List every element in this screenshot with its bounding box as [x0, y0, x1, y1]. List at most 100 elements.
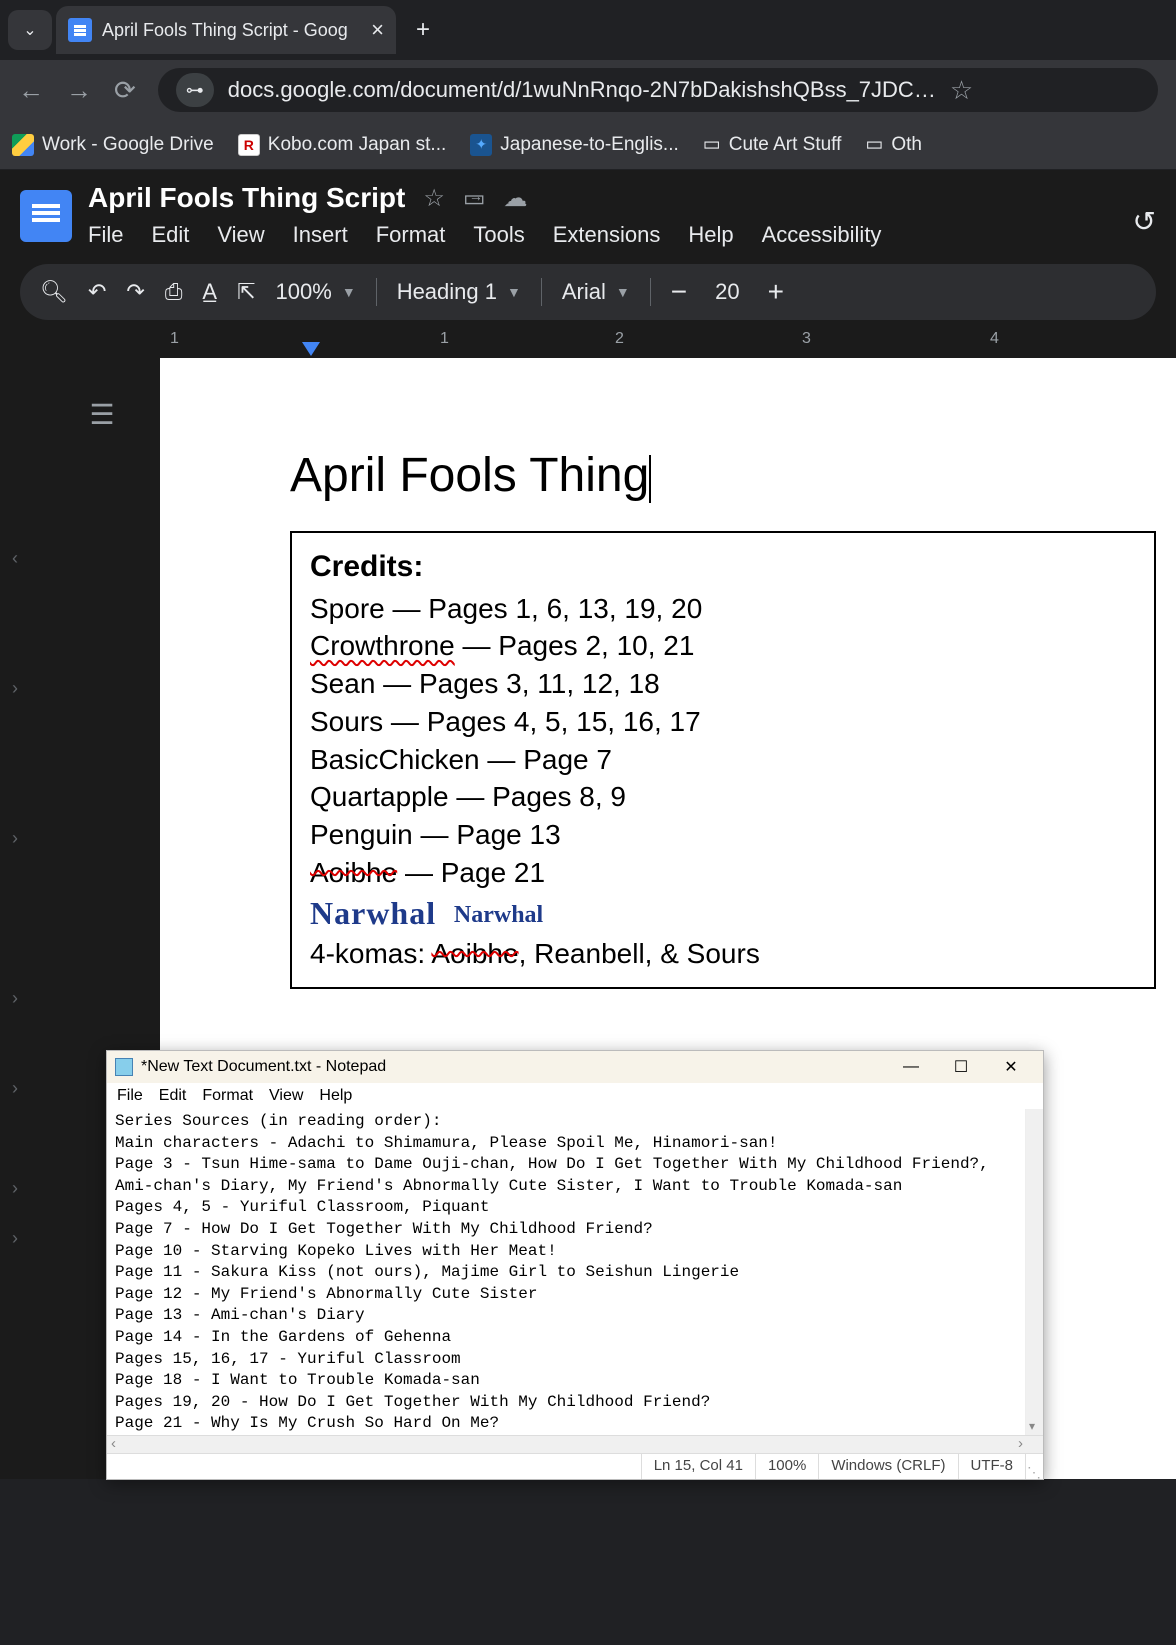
menu-insert[interactable]: Insert	[293, 222, 348, 248]
ruler-number: 1	[170, 330, 179, 348]
credits-line: Quartapple — Pages 8, 9	[310, 778, 1136, 816]
caret-down-icon: ▼	[616, 284, 630, 300]
left-ruler: ‹ › › › › › ›	[0, 358, 40, 1479]
scrollbar-horizontal[interactable]	[107, 1435, 1043, 1453]
notepad-menu-format[interactable]: Format	[202, 1087, 253, 1105]
credits-line: Spore — Pages 1, 6, 13, 19, 20	[310, 590, 1136, 628]
text-cursor	[649, 455, 651, 503]
ruler-number: 4	[990, 330, 999, 348]
notepad-menu-help[interactable]: Help	[319, 1087, 352, 1105]
status-zoom: 100%	[755, 1454, 818, 1479]
outline-toggle-icon[interactable]: ☰	[80, 392, 124, 436]
active-tab[interactable]: April Fools Thing Script - Goog ×	[56, 6, 396, 54]
menu-file[interactable]: File	[88, 222, 123, 248]
docs-header: April Fools Thing Script ☆ ▭→ ☁ File Edit…	[0, 170, 1176, 248]
site-controls-icon[interactable]: ⊶	[176, 73, 214, 107]
url-text: docs.google.com/document/d/1wuNnRnqo-2N7…	[228, 77, 936, 103]
move-folder-icon[interactable]: ▭→	[463, 184, 486, 213]
version-history-icon[interactable]: ↺	[1133, 205, 1156, 238]
kobo-icon: R	[238, 134, 260, 156]
credits-line: BasicChicken — Page 7	[310, 741, 1136, 779]
tab-close-icon[interactable]: ×	[371, 17, 384, 43]
font-size-input[interactable]: 20	[707, 279, 747, 305]
bookmark-other[interactable]: ▭ Oth	[865, 133, 922, 156]
notepad-titlebar[interactable]: *New Text Document.txt - Notepad — ☐ ✕	[107, 1051, 1043, 1083]
bookmark-japanese[interactable]: ✦ Japanese-to-Englis...	[470, 134, 679, 156]
zoom-select[interactable]: 100% ▼	[276, 279, 356, 305]
notepad-text-area[interactable]: Series Sources (in reading order): Main …	[107, 1109, 1043, 1435]
increase-font-size-button[interactable]: +	[768, 276, 784, 308]
chevron-right-icon: ›	[12, 988, 18, 1009]
ruler-number: 2	[615, 330, 624, 348]
doc-heading-1[interactable]: April Fools Thing	[290, 448, 1156, 503]
notepad-title: *New Text Document.txt - Notepad	[141, 1058, 879, 1076]
docs-logo-icon[interactable]	[20, 190, 72, 242]
menu-accessibility[interactable]: Accessibility	[762, 222, 882, 248]
notepad-statusbar: Ln 15, Col 41 100% Windows (CRLF) UTF-8	[107, 1453, 1043, 1479]
decrease-font-size-button[interactable]: −	[671, 276, 687, 308]
notepad-menu-view[interactable]: View	[269, 1087, 303, 1105]
scrollbar-vertical[interactable]	[1025, 1109, 1043, 1435]
cloud-saved-icon[interactable]: ☁	[504, 184, 528, 213]
menu-edit[interactable]: Edit	[151, 222, 189, 248]
chevron-right-icon: ›	[12, 1228, 18, 1249]
caret-down-icon: ▼	[507, 284, 521, 300]
notepad-menu-edit[interactable]: Edit	[159, 1087, 187, 1105]
address-bar: ← → ⟳ ⊶ docs.google.com/document/d/1wuNn…	[0, 60, 1176, 120]
font-select[interactable]: Arial ▼	[562, 279, 630, 305]
credits-line: Sean — Pages 3, 11, 12, 18	[310, 665, 1136, 703]
url-bar[interactable]: ⊶ docs.google.com/document/d/1wuNnRnqo-2…	[158, 68, 1158, 112]
translator-icon: ✦	[470, 134, 492, 156]
ruler[interactable]: 11234	[40, 328, 1176, 358]
search-menus-icon[interactable]: 🔍︎	[40, 279, 68, 305]
resize-grip-icon[interactable]	[1025, 1454, 1043, 1479]
document-title[interactable]: April Fools Thing Script	[88, 182, 405, 214]
menu-extensions[interactable]: Extensions	[553, 222, 661, 248]
indent-marker-icon[interactable]	[302, 342, 320, 356]
maximize-button[interactable]: ☐	[937, 1054, 985, 1080]
close-button[interactable]: ✕	[987, 1054, 1035, 1080]
forward-button[interactable]: →	[66, 75, 92, 106]
credits-line: Penguin — Page 13	[310, 816, 1136, 854]
folder-icon: ▭	[703, 133, 721, 156]
folder-icon: ▭	[865, 133, 883, 156]
tab-title: April Fools Thing Script - Goog	[102, 20, 361, 41]
menu-help[interactable]: Help	[688, 222, 733, 248]
tab-strip: ⌄ April Fools Thing Script - Goog × +	[0, 0, 1176, 60]
notepad-menu-file[interactable]: File	[117, 1087, 143, 1105]
chevron-right-icon: ›	[12, 1178, 18, 1199]
notepad-icon	[115, 1058, 133, 1076]
bookmark-kobo[interactable]: R Kobo.com Japan st...	[238, 134, 447, 156]
credits-box[interactable]: Credits: Spore — Pages 1, 6, 13, 19, 20C…	[290, 531, 1156, 989]
separator	[541, 278, 542, 306]
new-tab-button[interactable]: +	[400, 16, 446, 44]
minimize-button[interactable]: —	[887, 1054, 935, 1080]
status-eol: Windows (CRLF)	[818, 1454, 957, 1479]
notepad-window[interactable]: *New Text Document.txt - Notepad — ☐ ✕ F…	[106, 1050, 1044, 1480]
back-button[interactable]: ←	[18, 75, 44, 106]
paint-format-icon[interactable]: ⇱	[237, 279, 255, 305]
redo-icon[interactable]: ↷	[126, 279, 144, 305]
bookmark-star-icon[interactable]: ☆	[950, 75, 973, 106]
print-icon[interactable]: ⎙	[165, 279, 183, 305]
undo-icon[interactable]: ↶	[88, 279, 106, 305]
ruler-number: 1	[440, 330, 449, 348]
caret-down-icon: ▼	[342, 284, 356, 300]
menu-tools[interactable]: Tools	[473, 222, 524, 248]
status-encoding: UTF-8	[958, 1454, 1026, 1479]
bookmark-cute-art[interactable]: ▭ Cute Art Stuff	[703, 133, 842, 156]
bookmark-work-drive[interactable]: Work - Google Drive	[12, 134, 214, 156]
chevron-right-icon: ›	[12, 828, 18, 849]
chevron-right-icon: ›	[12, 678, 18, 699]
star-icon[interactable]: ☆	[423, 184, 445, 213]
credits-line: Sours — Pages 4, 5, 15, 16, 17	[310, 703, 1136, 741]
paragraph-style-select[interactable]: Heading 1 ▼	[397, 279, 521, 305]
menu-format[interactable]: Format	[376, 222, 446, 248]
chevron-right-icon: ›	[12, 1078, 18, 1099]
reload-button[interactable]: ⟳	[114, 75, 136, 106]
spellcheck-icon[interactable]: A̲	[202, 279, 217, 305]
koma-line: 4-komas: Aoibhe, Reanbell, & Sours	[310, 935, 1136, 973]
tab-search-dropdown[interactable]: ⌄	[8, 10, 52, 50]
separator	[376, 278, 377, 306]
menu-view[interactable]: View	[217, 222, 264, 248]
